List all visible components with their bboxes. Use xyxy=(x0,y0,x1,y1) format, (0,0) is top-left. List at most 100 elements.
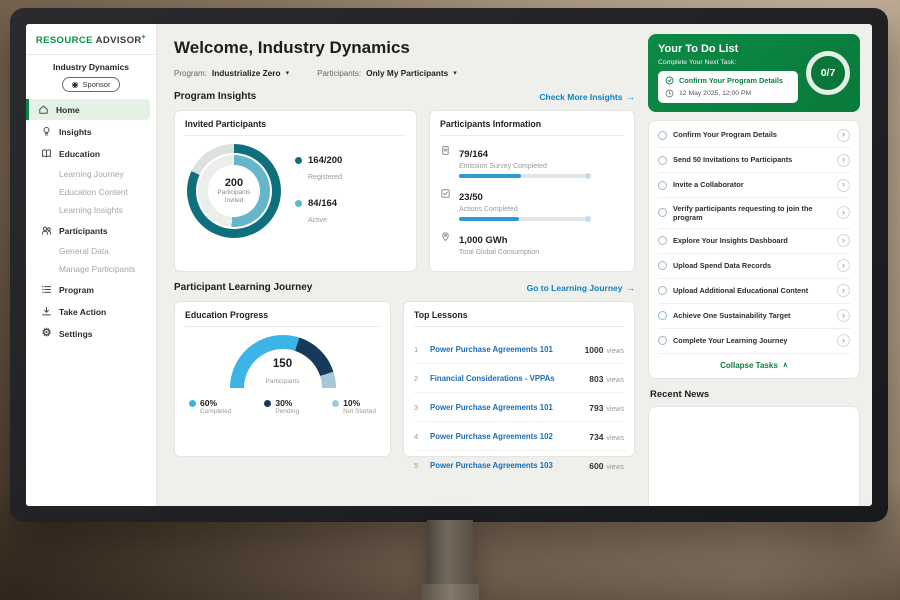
legend-dot-registered xyxy=(295,157,302,164)
chevron-right-icon[interactable]: › xyxy=(837,334,850,347)
chevron-right-icon[interactable]: › xyxy=(837,234,850,247)
next-task-label: Confirm Your Program Details xyxy=(679,76,783,85)
collapse-tasks-button[interactable]: Collapse Tasks ∧ xyxy=(658,354,850,376)
card-title: Participants Information xyxy=(440,119,624,136)
stat-actions-completed: 23/50 Actions Completed xyxy=(440,187,624,221)
top-lessons-card: Top Lessons 1 Power Purchase Agreements … xyxy=(403,301,635,457)
sponsor-badge[interactable]: ◉ Sponsor xyxy=(62,77,121,92)
gauge-legend: 60% Completed 30% Pending 10% Not Starte… xyxy=(185,390,380,415)
monitor-bezel: RESOURCE ADVISOR+ Industry Dynamics ◉ Sp… xyxy=(10,8,888,522)
legend-pending: 30% Pending xyxy=(264,398,299,415)
logo-resource: RESOURCE xyxy=(36,35,93,46)
sidebar-item-settings[interactable]: ⚙ Settings xyxy=(26,323,150,344)
lesson-link[interactable]: Power Purchase Agreements 102 xyxy=(430,432,581,441)
task-checkbox[interactable] xyxy=(658,208,667,217)
emission-survey-progress-bar xyxy=(459,174,589,178)
todo-item[interactable]: Confirm Your Program Details › xyxy=(658,123,850,148)
todo-item[interactable]: Send 50 Invitations to Participants › xyxy=(658,148,850,173)
sidebar-item-label: Take Action xyxy=(59,307,106,317)
sidebar-item-general-data[interactable]: General Data xyxy=(26,242,156,260)
sidebar-item-label: Home xyxy=(56,105,80,115)
learning-cards-row: Education Progress 150 Participants 60% xyxy=(174,301,635,457)
todo-summary-card: Your To Do List Complete Your Next Task:… xyxy=(648,34,860,112)
task-checkbox[interactable] xyxy=(658,236,667,245)
task-checkbox[interactable] xyxy=(658,131,667,140)
task-checkbox[interactable] xyxy=(658,261,667,270)
todo-progress-value: 0/7 xyxy=(821,67,836,79)
participants-select-value: Only My Participants xyxy=(366,68,448,78)
lesson-link[interactable]: Power Purchase Agreements 101 xyxy=(430,345,577,354)
check-circle-icon xyxy=(665,76,674,85)
todo-item[interactable]: Complete Your Learning Journey › xyxy=(658,329,850,354)
sidebar-item-learning-insights[interactable]: Learning Insights xyxy=(26,201,156,219)
task-checkbox[interactable] xyxy=(658,336,667,345)
dashboard-screen: RESOURCE ADVISOR+ Industry Dynamics ◉ Sp… xyxy=(26,24,872,506)
home-icon xyxy=(38,104,49,115)
sidebar-item-manage-participants[interactable]: Manage Participants xyxy=(26,260,156,278)
sidebar-item-label: Education xyxy=(59,149,100,159)
participants-select[interactable]: Participants: Only My Participants ▾ xyxy=(317,68,457,78)
stat-emission-survey: 79/164 Emission Survey Completed xyxy=(440,144,624,178)
lesson-link[interactable]: Power Purchase Agreements 101 xyxy=(430,403,581,412)
todo-item[interactable]: Achieve One Sustainability Target › xyxy=(658,304,850,329)
chevron-right-icon[interactable]: › xyxy=(837,259,850,272)
program-select-value: Industrialize Zero xyxy=(212,68,281,78)
list-icon xyxy=(41,284,52,295)
legend-completed: 60% Completed xyxy=(189,398,231,415)
task-checkbox[interactable] xyxy=(658,311,667,320)
lesson-link[interactable]: Financial Considerations - VPPAs xyxy=(430,374,581,383)
lesson-link[interactable]: Power Purchase Agreements 103 xyxy=(430,461,581,470)
participants-information-card: Participants Information 79/164 Emission… xyxy=(429,110,635,272)
lesson-row: 2 Financial Considerations - VPPAs 803vi… xyxy=(414,364,624,393)
sidebar-item-take-action[interactable]: Take Action xyxy=(26,301,150,322)
task-checkbox[interactable] xyxy=(658,181,667,190)
org-name: Industry Dynamics xyxy=(26,62,156,72)
filter-bar: Program: Industrialize Zero ▾ Participan… xyxy=(174,68,635,78)
sidebar-item-participants[interactable]: Participants xyxy=(26,220,150,241)
task-checkbox[interactable] xyxy=(658,286,667,295)
invited-participants-card: Invited Participants 200 Participants In… xyxy=(174,110,417,272)
clock-icon xyxy=(665,89,674,98)
next-task-time: 12 May 2025, 12:00 PM xyxy=(679,90,751,97)
chevron-right-icon[interactable]: › xyxy=(837,309,850,322)
sidebar-item-learning-journey[interactable]: Learning Journey xyxy=(26,165,156,183)
sidebar-item-insights[interactable]: Insights xyxy=(26,121,150,142)
clipboard-icon xyxy=(440,145,451,156)
task-checkbox[interactable] xyxy=(658,156,667,165)
go-to-learning-journey-link[interactable]: Go to Learning Journey → xyxy=(527,283,635,293)
todo-item[interactable]: Verify participants requesting to join t… xyxy=(658,198,850,229)
chevron-right-icon[interactable]: › xyxy=(837,179,850,192)
sidebar-item-program[interactable]: Program xyxy=(26,279,150,300)
todo-title: Your To Do List xyxy=(658,43,798,55)
lesson-row: 1 Power Purchase Agreements 101 1000view… xyxy=(414,335,624,364)
todo-item[interactable]: Upload Spend Data Records › xyxy=(658,254,850,279)
chevron-right-icon[interactable]: › xyxy=(837,154,850,167)
sidebar-item-education-content[interactable]: Education Content xyxy=(26,183,156,201)
arrow-right-icon: → xyxy=(627,92,636,102)
todo-item[interactable]: Explore Your Insights Dashboard › xyxy=(658,229,850,254)
legend-dot-active xyxy=(295,200,302,207)
donut-legend: 164/200 Registered 84/164 Active xyxy=(295,155,342,228)
chevron-right-icon[interactable]: › xyxy=(837,284,850,297)
program-select[interactable]: Program: Industrialize Zero ▾ xyxy=(174,68,289,78)
legend-active: 84/164 Active xyxy=(295,198,342,227)
sidebar-item-home[interactable]: Home xyxy=(26,99,150,120)
sidebar-item-label: Participants xyxy=(59,226,108,236)
lesson-row: 5 Power Purchase Agreements 103 600views xyxy=(414,451,624,479)
todo-item[interactable]: Invite a Collaborator › xyxy=(658,173,850,198)
chevron-right-icon[interactable]: › xyxy=(837,206,850,219)
sidebar-item-education[interactable]: Education xyxy=(26,143,150,164)
chevron-right-icon[interactable]: › xyxy=(837,129,850,142)
sidebar-item-label: Insights xyxy=(59,127,92,137)
page-title: Welcome, Industry Dynamics xyxy=(174,38,635,58)
todo-item[interactable]: Upload Additional Educational Content › xyxy=(658,279,850,304)
sidebar: RESOURCE ADVISOR+ Industry Dynamics ◉ Sp… xyxy=(26,24,157,506)
check-more-insights-link[interactable]: Check More Insights → xyxy=(539,92,635,102)
chevron-up-icon: ∧ xyxy=(783,361,788,369)
program-insights-header: Program Insights Check More Insights → xyxy=(174,91,635,102)
stat-global-consumption: 1,000 GWh Total Global Consumption xyxy=(440,230,624,260)
insights-cards-row: Invited Participants 200 Participants In… xyxy=(174,110,635,272)
next-task-box[interactable]: Confirm Your Program Details 12 May 2025… xyxy=(658,71,798,103)
logo-advisor: ADVISOR+ xyxy=(96,35,147,46)
lightbulb-icon xyxy=(41,126,52,137)
